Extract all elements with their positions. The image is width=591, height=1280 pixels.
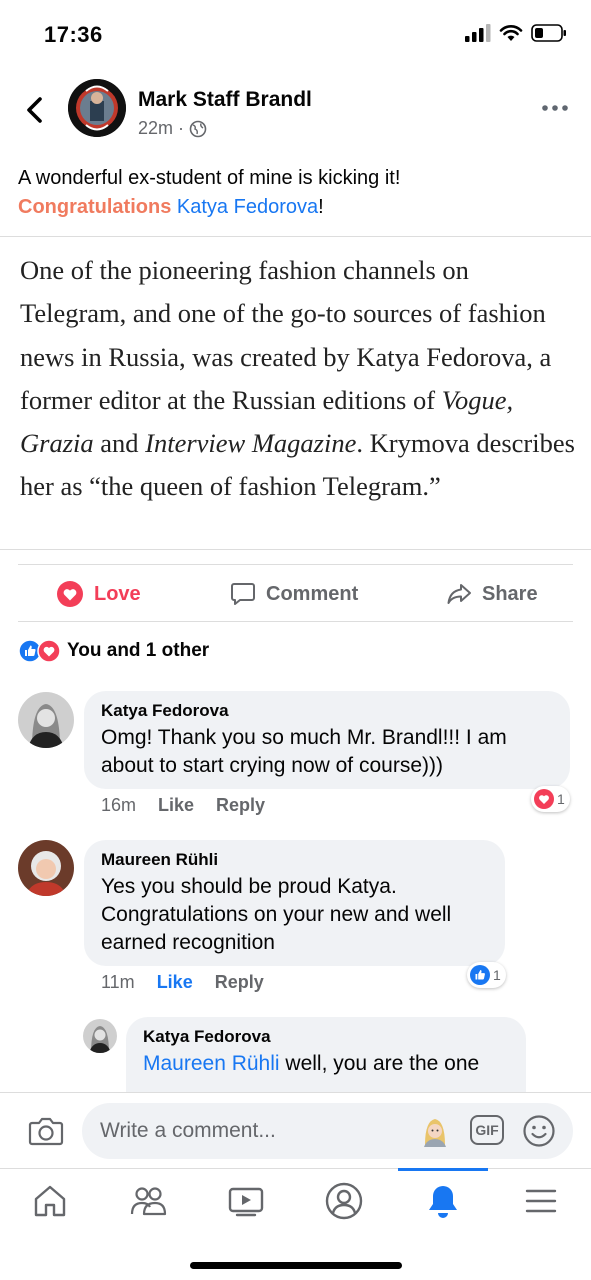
status-time: 17:36: [44, 22, 103, 47]
comment-author[interactable]: Katya Fedorova: [143, 1027, 509, 1047]
globe-icon: [189, 120, 207, 137]
mention-link[interactable]: Katya Fedorova: [177, 196, 318, 218]
comment-bubble[interactable]: Maureen Rühli Yes you should be proud Ka…: [84, 840, 505, 966]
comment-reaction[interactable]: 1: [531, 786, 570, 812]
post-text: A wonderful ex-student of mine is kickin…: [18, 164, 573, 222]
camera-icon[interactable]: [28, 1115, 64, 1147]
comment-input[interactable]: Write a comment... GIF: [82, 1103, 573, 1159]
friends-icon: [130, 1187, 167, 1216]
love-button[interactable]: Love: [56, 565, 141, 623]
post-text-line: A wonderful ex-student of mine is kickin…: [18, 167, 401, 189]
tab-active-indicator: [398, 1168, 488, 1171]
heart-icon: [37, 639, 61, 663]
heart-icon: [534, 789, 554, 809]
comment-text: Maureen Rühli well, you are the one: [143, 1052, 480, 1075]
tab-bar: [0, 1168, 591, 1238]
bell-icon: [429, 1186, 457, 1218]
like-button[interactable]: Like: [157, 972, 193, 993]
comment-text: Omg! Thank you so much Mr. Brandl!!! I a…: [101, 726, 507, 777]
comment-button[interactable]: Comment: [230, 565, 358, 623]
like-button[interactable]: Like: [158, 795, 194, 816]
menu-icon: [525, 1189, 557, 1213]
home-indicator: [190, 1262, 402, 1269]
heart-icon: [57, 581, 83, 607]
action-bar: Love Comment Share: [18, 564, 573, 622]
share-icon: [447, 584, 471, 604]
video-icon: [228, 1187, 264, 1217]
more-icon[interactable]: [541, 98, 569, 118]
quote-text: One of the pioneering fashion channels o…: [20, 255, 575, 502]
comment-meta: 11m Like Reply: [101, 972, 264, 993]
comment-text: Yes you should be proud Katya. Congratul…: [101, 875, 452, 954]
reply-button[interactable]: Reply: [215, 972, 264, 993]
comment-placeholder: Write a comment...: [100, 1119, 276, 1142]
commenter-avatar[interactable]: [83, 1019, 117, 1053]
comment-time: 11m: [101, 972, 135, 992]
home-icon: [34, 1185, 66, 1217]
post-time: 22m: [138, 118, 174, 138]
reply-button[interactable]: Reply: [216, 795, 265, 816]
commenter-avatar[interactable]: [18, 692, 74, 748]
tab-menu[interactable]: [521, 1181, 561, 1221]
status-icons: [465, 24, 567, 42]
like-icon: [470, 965, 490, 985]
signal-icon: [465, 24, 491, 42]
emoji-icon[interactable]: [522, 1114, 556, 1148]
tab-home[interactable]: [30, 1181, 70, 1221]
comment-icon: [231, 583, 255, 605]
comment-author[interactable]: Maureen Rühli: [101, 850, 488, 870]
comment-author[interactable]: Katya Fedorova: [101, 701, 553, 721]
comment-composer: Write a comment... GIF: [0, 1092, 591, 1168]
author-name[interactable]: Mark Staff Brandl: [138, 88, 312, 112]
profile-icon: [325, 1182, 363, 1220]
highlight-word: Congratulations: [18, 196, 172, 218]
author-avatar[interactable]: [68, 79, 126, 137]
commenter-avatar[interactable]: [18, 840, 74, 896]
post-header: Mark Staff Brandl 22m ·: [0, 76, 591, 146]
reactions-summary[interactable]: You and 1 other: [18, 636, 209, 666]
post-meta: 22m ·: [138, 118, 207, 139]
tab-watch[interactable]: [226, 1181, 266, 1221]
shared-image[interactable]: One of the pioneering fashion channels o…: [0, 236, 591, 550]
status-bar: 17:36: [0, 0, 591, 70]
gif-icon[interactable]: GIF: [470, 1115, 504, 1145]
back-icon[interactable]: [20, 92, 50, 128]
reactions-text: You and 1 other: [67, 640, 210, 661]
mention-link[interactable]: Maureen Rühli: [143, 1052, 280, 1075]
avatar-sticker-icon[interactable]: [420, 1115, 450, 1147]
share-button[interactable]: Share: [446, 565, 538, 623]
comment-meta: 16m Like Reply: [101, 795, 265, 816]
comment-bubble[interactable]: Katya Fedorova Omg! Thank you so much Mr…: [84, 691, 570, 789]
comment-reaction[interactable]: 1: [467, 962, 506, 988]
comment-time: 16m: [101, 795, 137, 815]
tab-friends[interactable]: [128, 1181, 168, 1221]
tab-notifications[interactable]: [423, 1181, 463, 1221]
battery-icon: [531, 24, 566, 42]
wifi-icon: [499, 25, 523, 41]
tab-profile[interactable]: [324, 1181, 364, 1221]
